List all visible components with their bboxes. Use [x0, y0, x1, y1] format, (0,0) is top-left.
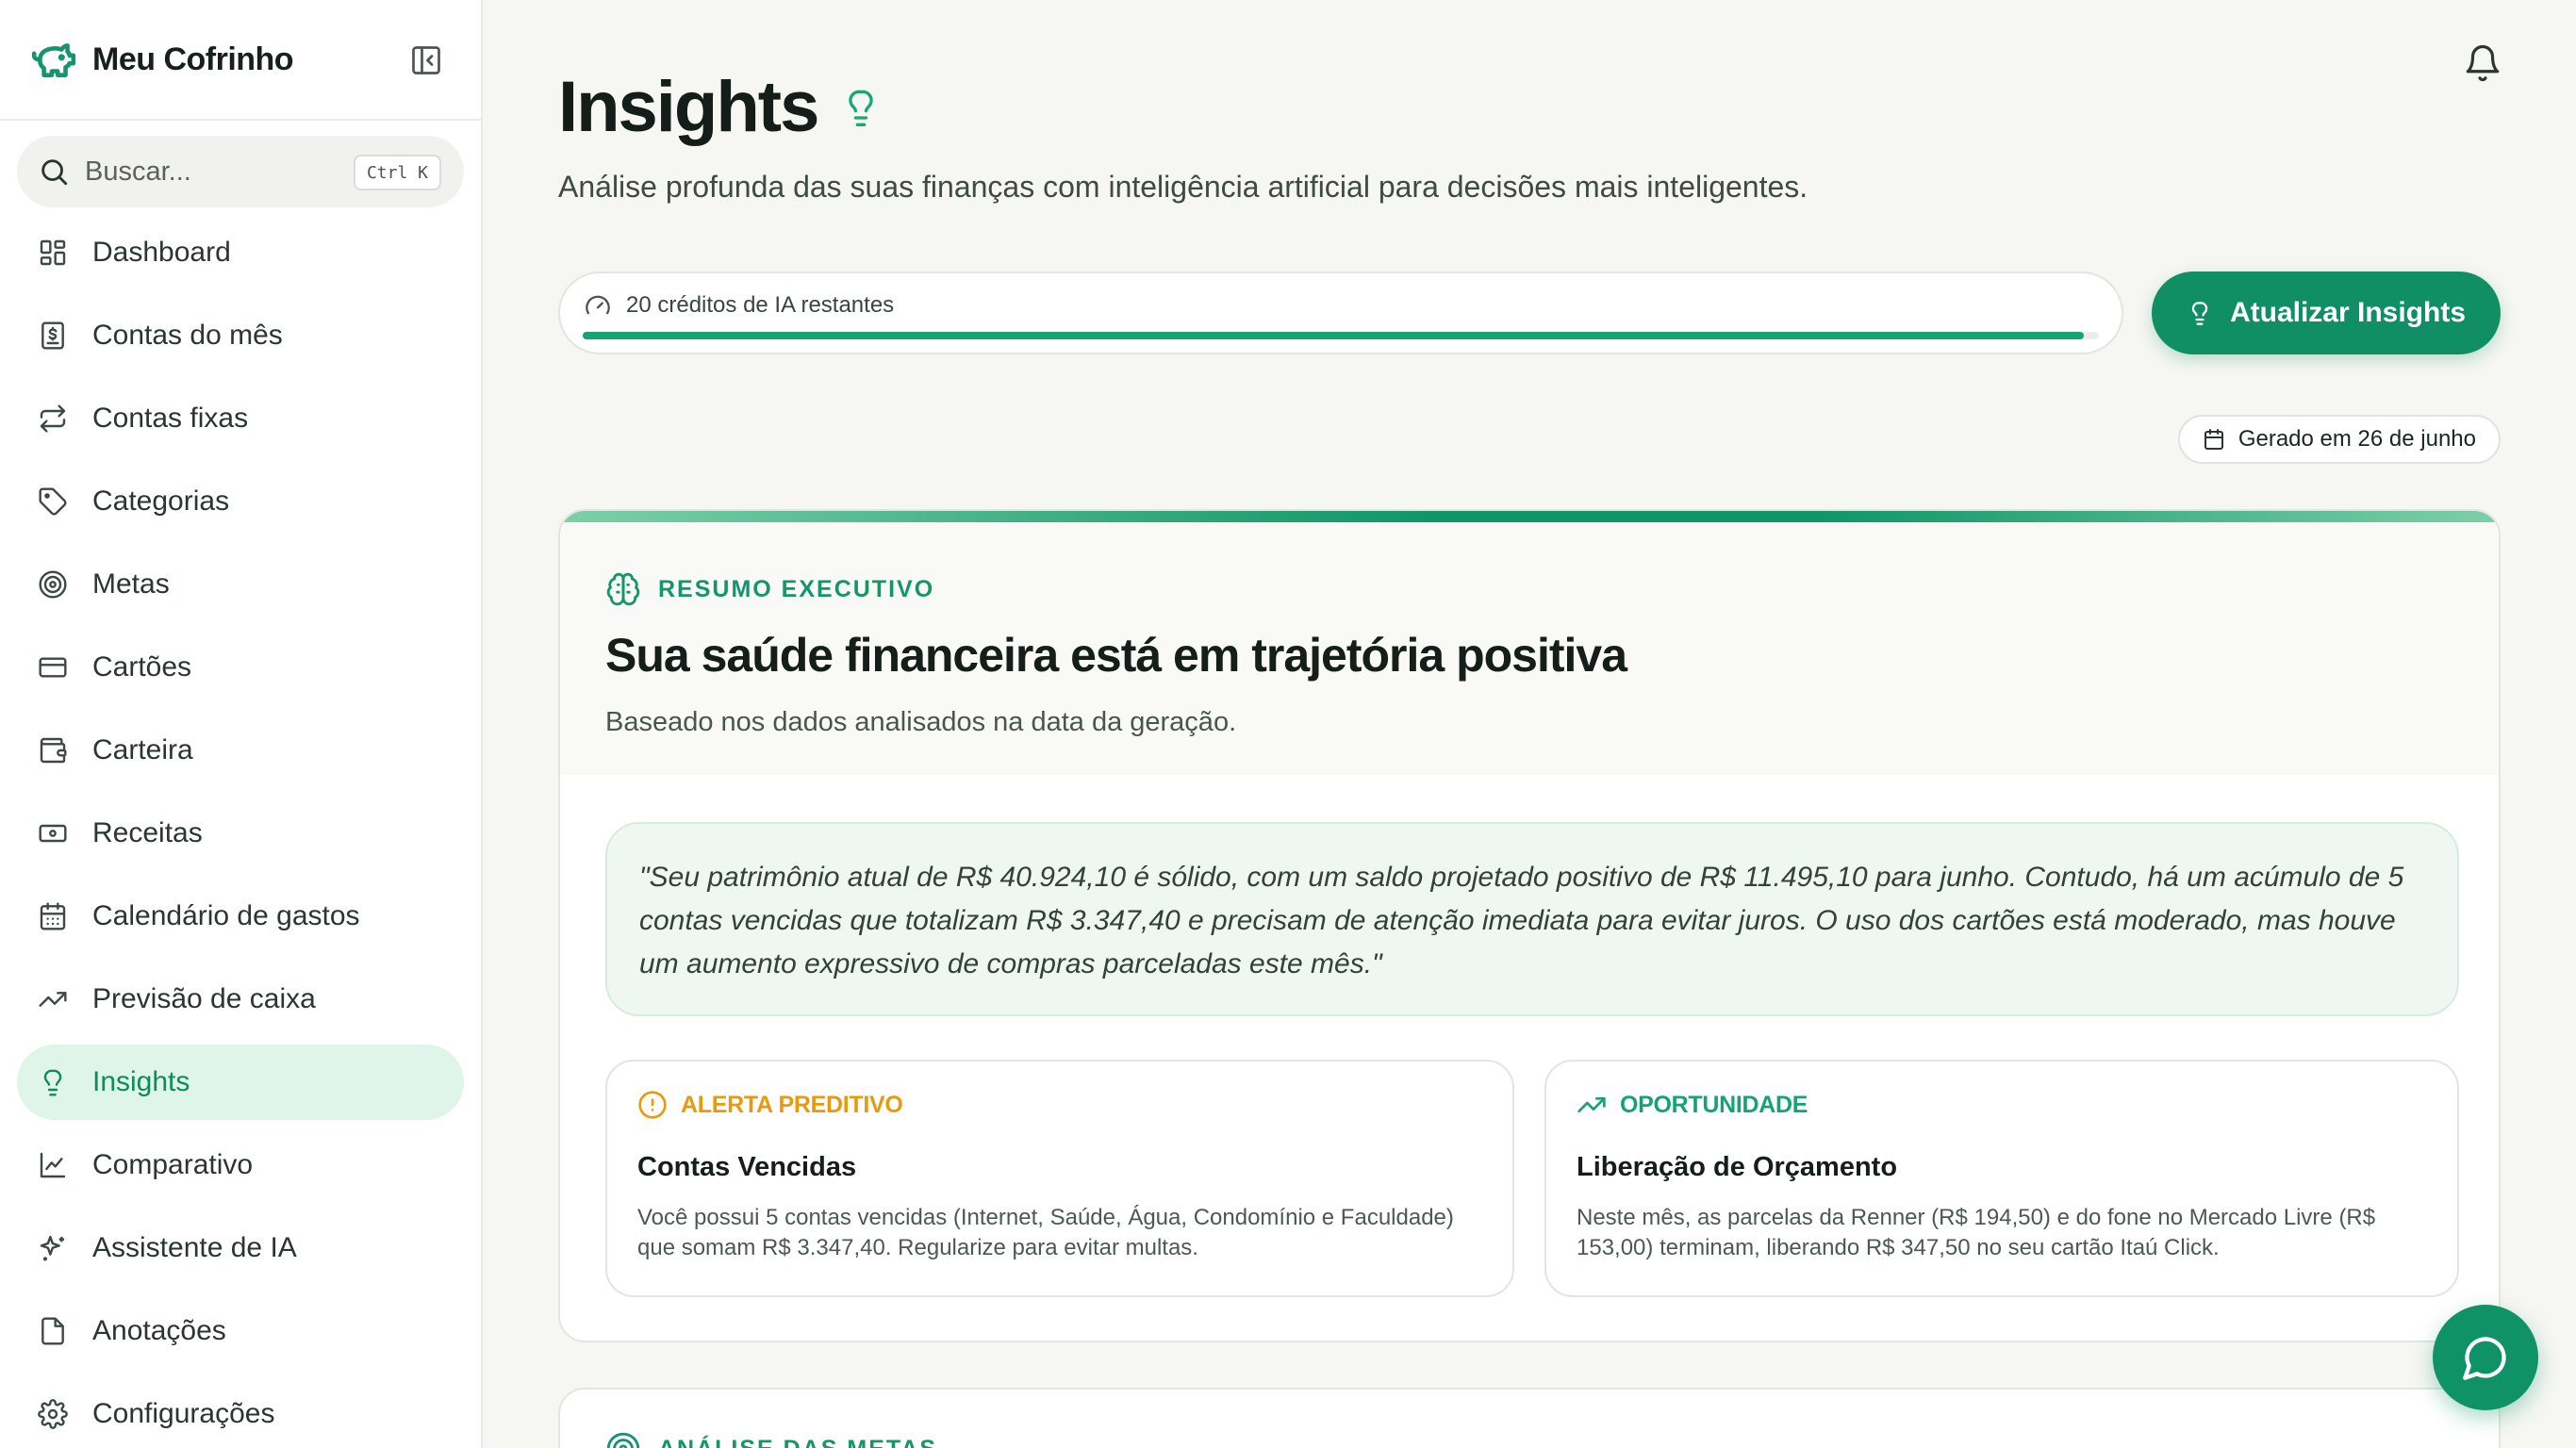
alert-body: Você possui 5 contas vencidas (Internet,…: [637, 1205, 1454, 1260]
sidebar-item-label: Categorias: [92, 485, 230, 517]
chat-assistant-button[interactable]: [2433, 1305, 2538, 1410]
ai-credits-progress: [583, 332, 2099, 339]
lightbulb-icon: [43, 1069, 62, 1096]
sidebar-item-label: Metas: [92, 568, 170, 600]
gear-icon: [38, 1399, 68, 1429]
calendar-icon: [40, 902, 66, 930]
sidebar-item-assistente[interactable]: Assistente de IA: [17, 1210, 464, 1286]
sidebar-item-label: Assistente de IA: [92, 1232, 297, 1263]
generated-date-badge: Gerado em 26 de junho: [2177, 415, 2501, 464]
bell-icon[interactable]: [2463, 43, 2502, 83]
alert-tag: ALERTA PREDITIVO: [637, 1090, 903, 1120]
goals-analysis-card: ANÁLISE DAS METAS: [558, 1388, 2501, 1448]
opportunity-tag: OPORTUNIDADE: [1577, 1090, 1808, 1120]
page-title: Insights: [558, 66, 882, 148]
receipt-icon: [41, 321, 64, 350]
sidebar-item-label: Receitas: [92, 817, 203, 848]
sidebar-item-label: Configurações: [92, 1398, 275, 1429]
wallet-icon: [40, 737, 67, 764]
banknote-icon: [39, 824, 67, 843]
sidebar-item-label: Previsão de caixa: [92, 983, 316, 1014]
trending-up-icon: [1577, 1097, 1606, 1112]
search-box[interactable]: Ctrl K: [17, 136, 464, 207]
opportunity-title: Liberação de Orçamento: [1577, 1152, 1898, 1182]
tag-icon: [39, 487, 67, 516]
sidebar-item-comparativo[interactable]: Comparativo: [17, 1127, 464, 1203]
sidebar-item-configuracoes[interactable]: Configurações: [17, 1376, 464, 1448]
summary-subtitle: Baseado nos dados analisados na data da …: [605, 707, 1237, 737]
lightbulb-icon: [2191, 302, 2208, 325]
target-icon: [606, 1432, 640, 1448]
page-title-text: Insights: [558, 67, 819, 147]
opportunity-tag-text: OPORTUNIDADE: [1620, 1091, 1808, 1118]
summary-kicker: RESUMO EXECUTIVO: [605, 571, 934, 607]
executive-summary-card: RESUMO EXECUTIVO Sua saúde financeira es…: [558, 509, 2501, 1342]
sidebar-item-label: Cartões: [92, 651, 192, 683]
target-icon: [39, 570, 67, 599]
chat-bubble-icon: [2463, 1337, 2506, 1380]
search-shortcut: Ctrl K: [353, 155, 441, 190]
sidebar-item-categorias[interactable]: Categorias: [17, 464, 464, 539]
sparkles-icon: [40, 1235, 64, 1261]
sidebar-item-label: Insights: [92, 1066, 190, 1097]
sidebar-item-calendario[interactable]: Calendário de gastos: [17, 879, 464, 954]
repeat-icon: [40, 404, 66, 433]
alert-circle-icon: [638, 1091, 667, 1119]
sidebar-item-carteira[interactable]: Carteira: [17, 713, 464, 788]
dashboard-icon: [40, 239, 66, 266]
calendar-icon: [2204, 429, 2223, 450]
sidebar-item-label: Contas do mês: [92, 320, 283, 351]
piggy-bank-icon: [31, 43, 76, 77]
line-chart-icon: [40, 1152, 66, 1178]
page-subtitle: Análise profunda das suas finanças com i…: [558, 170, 1808, 204]
file-icon: [41, 1317, 64, 1345]
sidebar-item-previsao[interactable]: Previsão de caixa: [17, 962, 464, 1037]
update-insights-button[interactable]: Atualizar Insights: [2152, 272, 2501, 354]
predictive-alert-card: ALERTA PREDITIVO Contas Vencidas Você po…: [605, 1060, 1514, 1297]
sidebar-item-anotacoes[interactable]: Anotações: [17, 1293, 464, 1369]
sidebar: Meu Cofrinho Ctrl K Dashboard Contas do …: [0, 0, 483, 1448]
sidebar-item-label: Contas fixas: [92, 403, 249, 434]
gauge-icon: [586, 295, 610, 315]
summary-kicker-text: RESUMO EXECUTIVO: [658, 575, 935, 602]
summary-quote: "Seu patrimônio atual de R$ 40.924,10 é …: [605, 822, 2459, 1016]
search-input[interactable]: [85, 156, 349, 188]
ai-credits-label: 20 créditos de IA restantes: [626, 292, 895, 318]
goals-kicker: ANÁLISE DAS METAS: [605, 1431, 937, 1448]
opportunity-card: OPORTUNIDADE Liberação de Orçamento Nest…: [1544, 1060, 2459, 1297]
opportunity-body: Neste mês, as parcelas da Renner (R$ 194…: [1577, 1205, 2376, 1260]
update-insights-label: Atualizar Insights: [2229, 297, 2467, 328]
sidebar-item-dashboard[interactable]: Dashboard: [17, 215, 464, 290]
ai-credits-progress-fill: [583, 332, 2084, 339]
brand: Meu Cofrinho: [0, 0, 481, 121]
sidebar-item-label: Comparativo: [92, 1149, 254, 1180]
summary-header: RESUMO EXECUTIVO Sua saúde financeira es…: [560, 522, 2499, 775]
search-icon: [41, 159, 68, 186]
sidebar-nav: Dashboard Contas do mês Contas fixas Cat…: [0, 215, 481, 1448]
sidebar-item-receitas[interactable]: Receitas: [17, 796, 464, 871]
brain-icon: [606, 572, 640, 606]
alert-tag-text: ALERTA PREDITIVO: [681, 1091, 903, 1118]
credit-card-icon: [39, 657, 67, 678]
sidebar-item-contas-fixas[interactable]: Contas fixas: [17, 381, 464, 456]
sidebar-item-metas[interactable]: Metas: [17, 547, 464, 622]
sidebar-item-contas-do-mes[interactable]: Contas do mês: [17, 298, 464, 373]
summary-title: Sua saúde financeira está em trajetória …: [605, 629, 1627, 682]
trending-up-icon: [39, 992, 67, 1007]
generated-date-label: Gerado em 26 de junho: [2237, 426, 2476, 452]
alert-title: Contas Vencidas: [637, 1152, 857, 1182]
sidebar-item-label: Carteira: [92, 734, 193, 765]
sidebar-item-insights[interactable]: Insights: [17, 1045, 464, 1120]
sidebar-item-cartoes[interactable]: Cartões: [17, 630, 464, 705]
sidebar-item-label: Anotações: [92, 1315, 226, 1346]
ai-credits-panel: 20 créditos de IA restantes: [558, 272, 2123, 354]
card-accent-bar: [560, 511, 2499, 522]
main-content: Insights Análise profunda das suas finan…: [485, 0, 2576, 1448]
sidebar-item-label: Calendário de gastos: [92, 900, 360, 931]
sidebar-item-label: Dashboard: [92, 237, 231, 268]
app-name: Meu Cofrinho: [92, 41, 294, 77]
collapse-sidebar-icon[interactable]: [409, 43, 443, 77]
goals-kicker-text: ANÁLISE DAS METAS: [658, 1436, 937, 1448]
lightbulb-icon: [849, 90, 874, 126]
